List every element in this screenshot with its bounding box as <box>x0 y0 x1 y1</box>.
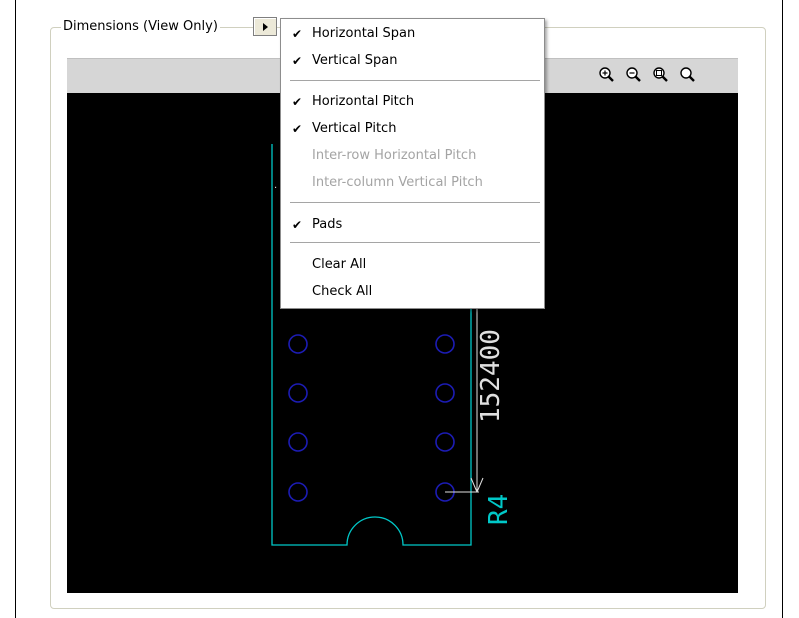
right-border <box>782 0 783 618</box>
pad <box>288 383 308 403</box>
pads <box>288 334 455 502</box>
zoom-fit-icon[interactable] <box>651 65 671 85</box>
play-arrow-icon <box>263 23 268 31</box>
menu-item-label: Check All <box>312 284 373 299</box>
left-border <box>15 0 16 618</box>
menu-item-label: Inter-column Vertical Pitch <box>312 175 483 190</box>
menu-item-label: Horizontal Pitch <box>312 94 415 109</box>
menu-separator <box>290 80 540 81</box>
menu-item-vertical-span[interactable]: ✔ Vertical Span <box>281 50 544 72</box>
menu-item-label: Clear All <box>312 257 367 272</box>
menu-separator <box>290 202 540 203</box>
dimension-text: 152400 <box>476 329 506 423</box>
check-icon: ✔ <box>292 27 303 41</box>
pin-marker: · <box>274 183 277 194</box>
check-icon: ✔ <box>292 54 303 68</box>
menu-item-clear-all[interactable]: Clear All <box>281 254 544 276</box>
menu-item-label: Inter-row Horizontal Pitch <box>312 148 477 163</box>
menu-item-inter-row-horizontal-pitch: Inter-row Horizontal Pitch <box>281 145 544 167</box>
menu-item-inter-column-vertical-pitch: Inter-column Vertical Pitch <box>281 172 544 194</box>
menu-item-check-all[interactable]: Check All <box>281 281 544 303</box>
pad <box>288 482 308 502</box>
menu-item-horizontal-span[interactable]: ✔ Horizontal Span <box>281 23 544 45</box>
zoom-icon[interactable] <box>678 65 698 85</box>
menu-item-horizontal-pitch[interactable]: ✔ Horizontal Pitch <box>281 91 544 113</box>
pad <box>435 334 455 354</box>
zoom-in-icon[interactable] <box>597 65 617 85</box>
component-label: R4 <box>484 494 514 525</box>
check-icon: ✔ <box>292 122 303 136</box>
menu-item-label: Pads <box>312 217 343 232</box>
menu-item-pads[interactable]: ✔ Pads <box>281 214 544 236</box>
group-title: Dimensions (View Only) <box>61 18 220 36</box>
pad <box>288 334 308 354</box>
dimensions-menu-button[interactable] <box>253 17 277 36</box>
dimension-arrow <box>476 477 484 493</box>
menu-item-label: Horizontal Span <box>312 26 416 41</box>
check-icon: ✔ <box>292 218 303 232</box>
menu-item-label: Vertical Span <box>312 53 398 68</box>
menu-item-vertical-pitch[interactable]: ✔ Vertical Pitch <box>281 118 544 140</box>
zoom-out-icon[interactable] <box>624 65 644 85</box>
pad <box>288 432 308 452</box>
menu-separator <box>290 242 540 243</box>
check-icon: ✔ <box>292 95 303 109</box>
dimensions-dropdown-menu: ✔ Horizontal Span ✔ Vertical Span ✔ Hori… <box>280 18 545 309</box>
dimension-arrow <box>470 477 478 493</box>
menu-item-label: Vertical Pitch <box>312 121 397 136</box>
pad <box>435 432 455 452</box>
pad <box>435 383 455 403</box>
